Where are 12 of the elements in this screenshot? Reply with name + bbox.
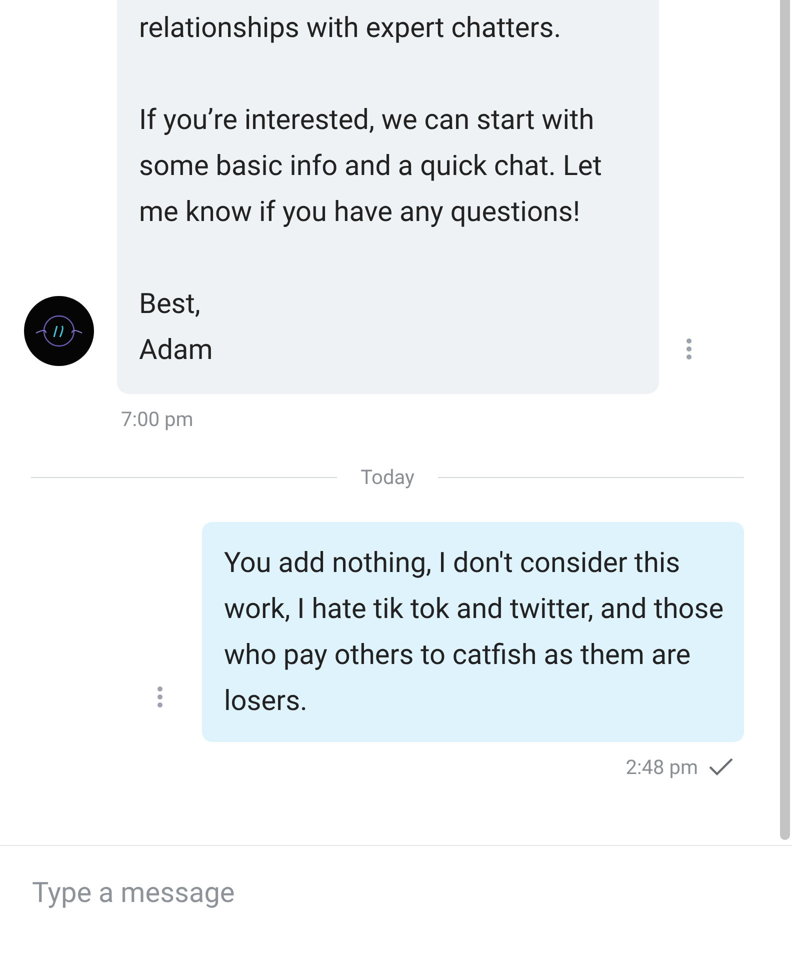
message-input[interactable]: Type a message — [32, 872, 632, 914]
message-text: If you’re interested, we can start with some basic info and a quick chat. Let me know if you have any questions! — [139, 102, 603, 230]
date-divider-label: Today — [360, 464, 416, 491]
message-text: relationships with expert chatters. — [139, 10, 562, 46]
scrollbar[interactable] — [780, 0, 790, 840]
avatar-icon — [24, 296, 94, 366]
more-options-icon[interactable] — [686, 338, 692, 360]
message-text: You add nothing, I don't consider this work, I hate tik tok and twitter, and those who pay others to catfish as them are losers. — [224, 545, 725, 719]
more-options-icon[interactable] — [157, 686, 163, 708]
message-time: 7:00 pm — [121, 406, 194, 433]
message-text: Best, Adam — [139, 286, 214, 368]
message-time: 2:48 pm — [626, 754, 698, 781]
